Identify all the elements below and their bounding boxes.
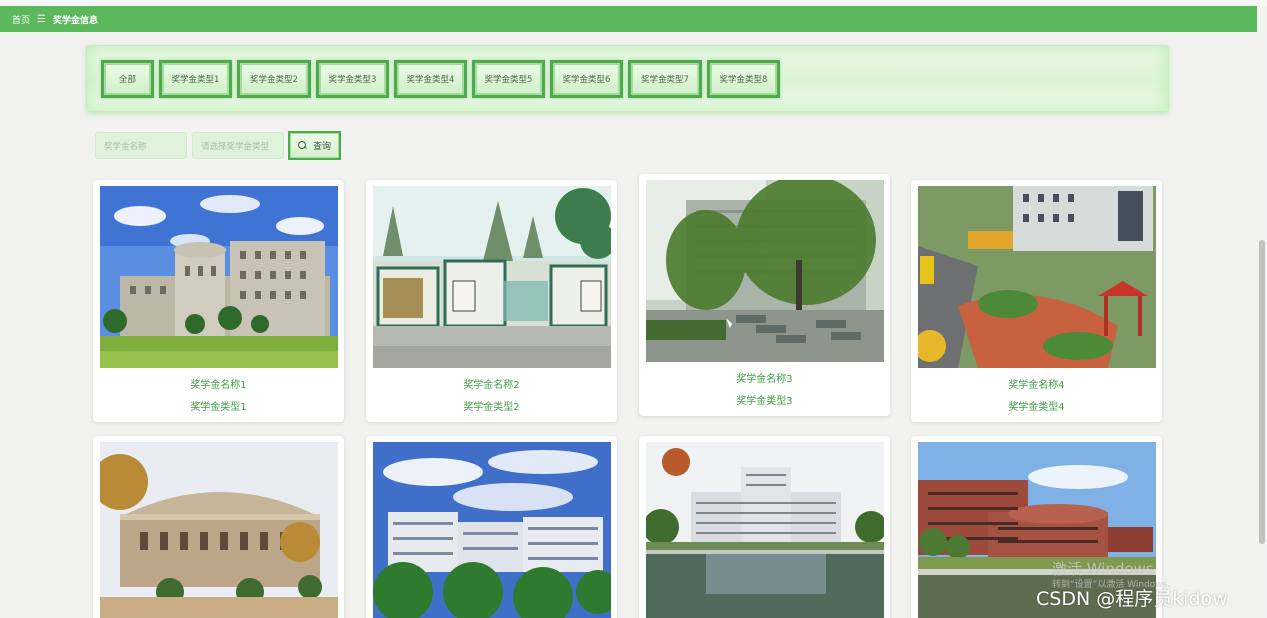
breadcrumb-home[interactable]: 首页 xyxy=(12,13,30,26)
search-icon xyxy=(297,141,307,150)
category-type-6-button[interactable]: 奖学金类型6 xyxy=(550,60,623,98)
white-buildings-trees-image xyxy=(373,442,611,618)
campus-aerial-pavilion-image xyxy=(918,186,1156,368)
category-type-8-button[interactable]: 奖学金类型8 xyxy=(707,60,780,98)
campus-gate-plaza-image xyxy=(373,186,611,368)
query-button-label: 查询 xyxy=(312,142,331,152)
breadcrumb: 首页 ☰ 奖学金信息 xyxy=(0,6,1257,32)
scholarship-type-select[interactable]: 请选择奖学金类型 xyxy=(192,132,284,159)
scholarship-card[interactable] xyxy=(639,436,890,618)
main-building-reflecting-pool-image xyxy=(646,442,884,618)
scholarship-name-input[interactable]: 奖学金名称 xyxy=(95,132,187,159)
category-filter-panel: 全部 奖学金类型1 奖学金类型2 奖学金类型3 奖学金类型4 奖学金类型5 奖学… xyxy=(86,45,1169,112)
scholarship-name: 奖学金名称2 xyxy=(463,380,520,391)
breadcrumb-separator-icon: ☰ xyxy=(37,13,46,25)
category-type-4-button[interactable]: 奖学金类型4 xyxy=(394,60,467,98)
campus-building-blue-sky-image xyxy=(100,186,338,368)
query-button[interactable]: 查询 xyxy=(288,131,341,160)
scholarship-type: 奖学金类型2 xyxy=(463,402,520,413)
scholarship-name: 奖学金名称3 xyxy=(736,374,793,385)
scholarship-type: 奖学金类型1 xyxy=(190,402,247,413)
windows-activation-watermark: 激活 Windows xyxy=(1052,560,1154,578)
scholarship-name: 奖学金名称1 xyxy=(190,380,247,391)
csdn-watermark: CSDN @程序员kidow xyxy=(1036,588,1228,610)
scholarship-name: 奖学金名称4 xyxy=(1008,380,1065,391)
scholarship-card[interactable]: 奖学金名称1 奖学金类型1 xyxy=(93,180,344,422)
willow-trees-courtyard-image xyxy=(646,180,884,362)
scholarship-card[interactable]: 奖学金名称2 奖学金类型2 xyxy=(366,180,617,422)
page-scrollbar[interactable] xyxy=(1257,32,1267,618)
category-type-3-button[interactable]: 奖学金类型3 xyxy=(316,60,389,98)
scholarship-card[interactable]: 奖学金名称4 奖学金类型4 xyxy=(911,180,1162,422)
scholarship-type: 奖学金类型4 xyxy=(1008,402,1065,413)
category-type-1-button[interactable]: 奖学金类型1 xyxy=(159,60,232,98)
scholarship-type: 奖学金类型3 xyxy=(736,396,793,407)
category-type-7-button[interactable]: 奖学金类型7 xyxy=(628,60,702,98)
category-type-5-button[interactable]: 奖学金类型5 xyxy=(472,60,545,98)
category-all-button[interactable]: 全部 xyxy=(101,60,154,98)
breadcrumb-current: 奖学金信息 xyxy=(52,15,98,26)
scrollbar-thumb[interactable] xyxy=(1259,240,1265,544)
scholarship-card[interactable]: 奖学金名称3 奖学金类型3 xyxy=(639,174,890,416)
domed-building-autumn-image xyxy=(100,442,338,618)
category-type-2-button[interactable]: 奖学金类型2 xyxy=(237,60,311,98)
scholarship-card[interactable] xyxy=(366,436,617,618)
scholarship-card[interactable] xyxy=(93,436,344,618)
